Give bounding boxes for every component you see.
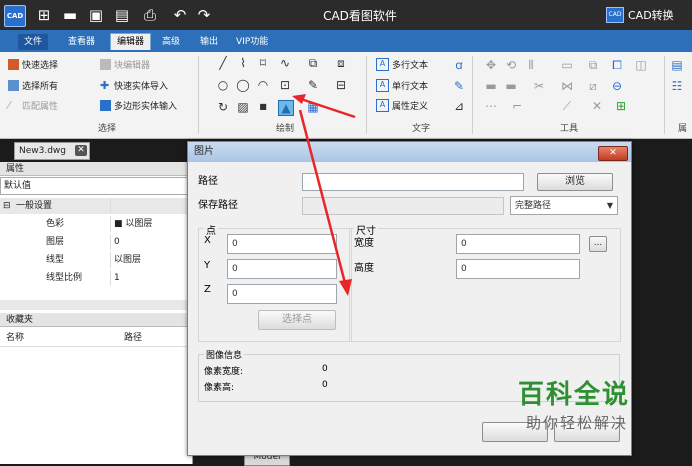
watermark-title: 百科全说 <box>518 380 631 410</box>
arrowhead-image-tool <box>292 94 306 104</box>
arrowhead-dialog <box>339 279 352 296</box>
watermark-subtitle: 助你轻松解决 <box>526 414 629 432</box>
arrow-to-image-tool <box>297 96 356 119</box>
arrow-to-dialog <box>298 109 347 284</box>
